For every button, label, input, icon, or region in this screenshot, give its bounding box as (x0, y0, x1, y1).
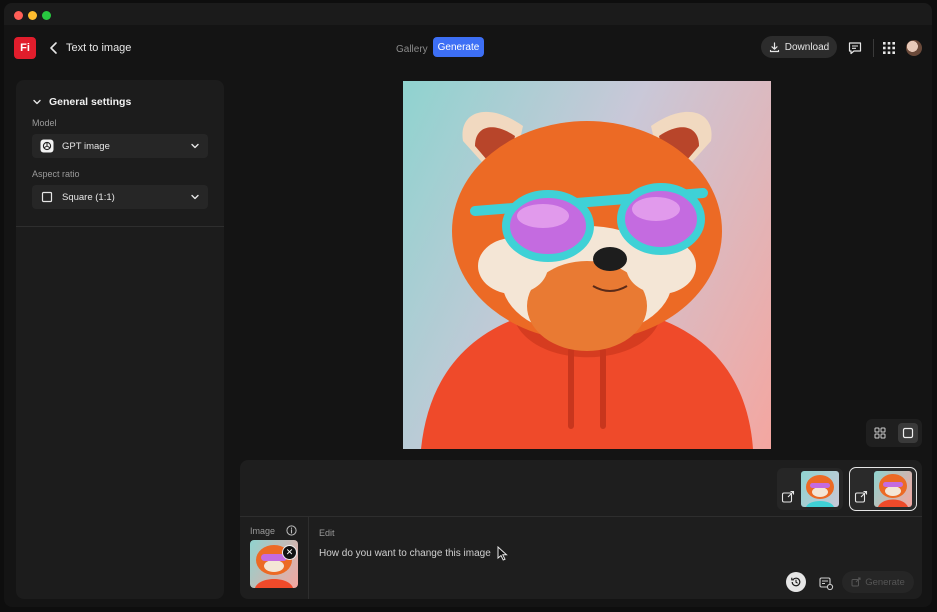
square-icon (40, 190, 54, 204)
app-window: Fi Text to image Gallery Generate Downlo… (4, 3, 932, 607)
mouse-cursor-icon (497, 546, 508, 561)
firefly-logo[interactable]: Fi (14, 37, 36, 59)
edit-divider (308, 517, 309, 599)
page-title: Text to image (66, 42, 132, 54)
feedback-icon[interactable] (847, 40, 863, 56)
chevron-down-icon (191, 194, 199, 200)
section-title: General settings (49, 96, 132, 108)
download-button[interactable]: Download (761, 36, 837, 58)
history-thumbnail[interactable] (777, 468, 843, 510)
panel-divider (240, 516, 922, 517)
model-select[interactable]: GPT image (32, 134, 208, 158)
avatar[interactable] (906, 40, 922, 56)
settings-sidebar: General settings Model GPT image Aspect … (16, 80, 224, 599)
thumbnail-image (874, 471, 912, 507)
edit-image-icon[interactable] (854, 490, 868, 504)
chevron-down-icon (33, 99, 41, 105)
grid-view-icon (874, 427, 886, 439)
history-thumbnail-selected[interactable] (849, 467, 917, 511)
download-label: Download (784, 41, 830, 53)
single-view-icon (902, 427, 914, 439)
single-view-button[interactable] (898, 423, 918, 443)
general-settings-toggle[interactable]: General settings (32, 96, 131, 108)
aspect-ratio-select[interactable]: Square (1:1) (32, 185, 208, 209)
edit-label: Edit (319, 528, 335, 538)
generate-button[interactable]: Generate (842, 571, 914, 593)
red-panda-illustration (421, 111, 753, 449)
chevron-down-icon (191, 143, 199, 149)
generate-icon (851, 577, 861, 587)
history-button[interactable] (786, 572, 806, 592)
model-value: GPT image (62, 140, 110, 152)
minimize-window-button[interactable] (28, 11, 37, 20)
image-label: Image (250, 526, 276, 536)
apps-grid-icon[interactable] (881, 40, 897, 56)
close-window-button[interactable] (14, 11, 23, 20)
view-mode-toggle (866, 419, 922, 447)
generated-image[interactable] (403, 81, 771, 449)
back-icon[interactable] (48, 41, 60, 55)
aspect-ratio-value: Square (1:1) (62, 191, 115, 203)
edit-panel: Image ✕ Edit How do you want to change t… (240, 460, 922, 599)
thumbnail-image (801, 471, 839, 507)
grid-view-button[interactable] (870, 423, 890, 443)
tab-generate[interactable]: Generate (433, 37, 484, 57)
app-header: Fi Text to image Gallery Generate Downlo… (4, 27, 932, 67)
openai-icon (40, 139, 54, 153)
download-icon (769, 41, 779, 52)
model-label: Model (32, 118, 57, 128)
history-icon (791, 577, 801, 587)
edit-image-icon[interactable] (781, 490, 795, 504)
edit-prompt-input[interactable] (319, 545, 699, 561)
info-icon[interactable] (286, 525, 297, 536)
sidebar-divider (16, 226, 224, 227)
aspect-ratio-label: Aspect ratio (32, 169, 80, 179)
window-titlebar (4, 3, 932, 25)
maximize-window-button[interactable] (42, 11, 51, 20)
header-divider (873, 39, 874, 57)
settings-adjust-icon[interactable] (818, 575, 834, 591)
tab-gallery[interactable]: Gallery (392, 40, 432, 59)
generate-label: Generate (865, 576, 905, 588)
remove-reference-button[interactable]: ✕ (282, 545, 297, 560)
